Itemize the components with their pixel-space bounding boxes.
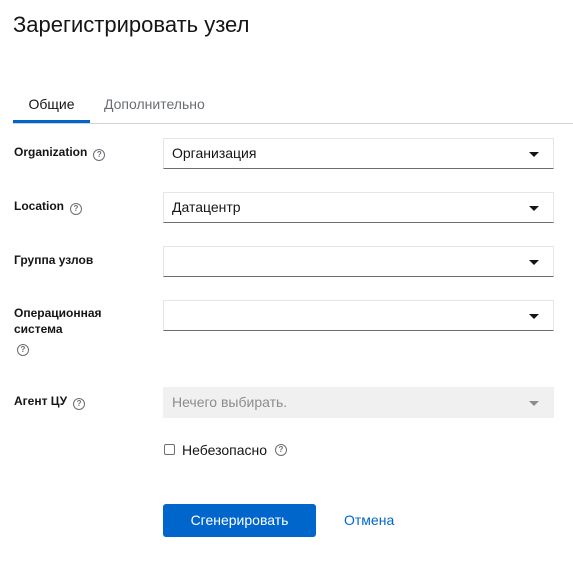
- location-select[interactable]: Датацентр: [163, 192, 554, 223]
- location-select-value: Датацентр: [172, 199, 241, 215]
- insecure-checkbox[interactable]: [164, 444, 175, 455]
- os-select[interactable]: [163, 300, 554, 331]
- cc-agent-label: Агент ЦУ?: [14, 393, 86, 410]
- question-circle-icon[interactable]: ?: [93, 149, 106, 161]
- organization-label-text: Organization: [14, 145, 88, 159]
- host-group-select[interactable]: [163, 246, 554, 277]
- host-group-label: Группа узлов: [14, 252, 93, 268]
- os-label-line1: Операционная: [14, 306, 102, 320]
- organization-select[interactable]: Организация: [163, 138, 554, 169]
- generate-button[interactable]: Сгенерировать: [163, 504, 316, 537]
- cc-agent-select: Нечего выбирать.: [163, 387, 554, 418]
- question-circle-icon[interactable]: ?: [275, 444, 287, 456]
- host-group-label-text: Группа узлов: [14, 253, 94, 267]
- caret-down-icon: [529, 152, 539, 157]
- cc-agent-label-text: Агент ЦУ: [14, 394, 68, 408]
- register-host-page: Зарегистрировать узел Общие Дополнительн…: [0, 0, 573, 567]
- tab-general[interactable]: Общие: [13, 88, 90, 123]
- location-label: Location?: [14, 198, 82, 215]
- caret-down-icon: [529, 260, 539, 265]
- organization-select-value: Организация: [172, 145, 257, 161]
- cancel-button[interactable]: Отмена: [344, 504, 394, 537]
- question-circle-icon[interactable]: ?: [73, 398, 86, 410]
- caret-down-icon: [529, 206, 539, 211]
- question-circle-icon[interactable]: ?: [17, 344, 29, 356]
- page-title: Зарегистрировать узел: [13, 12, 250, 37]
- os-label: Операционная система ?: [14, 305, 102, 356]
- insecure-label[interactable]: Небезопасно: [182, 441, 267, 459]
- os-label-line2: система: [14, 322, 63, 336]
- question-circle-icon[interactable]: ?: [70, 203, 82, 215]
- tab-bar: Общие Дополнительно: [13, 88, 573, 124]
- tab-advanced[interactable]: Дополнительно: [104, 88, 205, 121]
- organization-label: Organization?: [14, 144, 106, 161]
- cc-agent-select-value: Нечего выбирать.: [172, 394, 288, 410]
- location-label-text: Location: [14, 199, 64, 213]
- caret-down-icon: [529, 401, 539, 406]
- caret-down-icon: [529, 314, 539, 319]
